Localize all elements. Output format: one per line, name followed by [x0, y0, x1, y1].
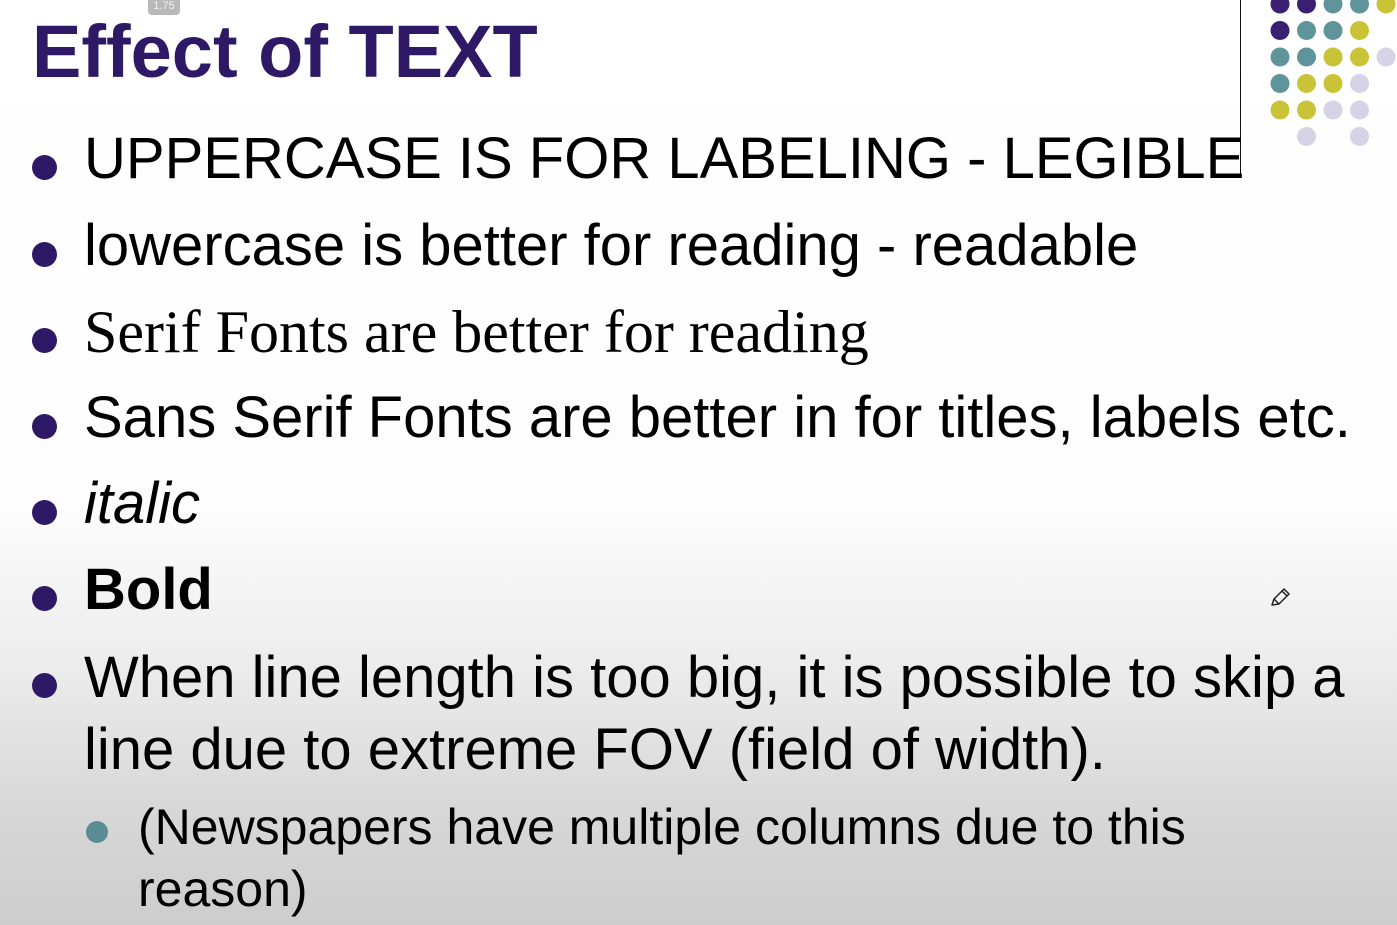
sub-bullet-item: (Newspapers have multiple columns due to… — [0, 796, 1397, 920]
bullet-text: UPPERCASE IS FOR LABELING - LEGIBLE — [84, 126, 1245, 191]
pencil-icon — [1271, 588, 1290, 606]
sub-bullet-dot — [86, 821, 108, 843]
bullet-list: UPPERCASE IS FOR LABELING - LEGIBLE lowe… — [0, 0, 1397, 925]
bullet-dot — [32, 242, 57, 267]
bullet-dot — [32, 328, 57, 353]
bullet-text: Bold — [84, 557, 213, 622]
bullet-dot — [32, 500, 57, 525]
bullet-text-line-2: line due to extreme FOV (field of width)… — [84, 717, 1106, 782]
bullet-dot — [32, 586, 57, 611]
bullet-dot — [32, 673, 57, 698]
bullet-dot — [32, 414, 57, 439]
bullet-dot — [32, 155, 57, 180]
bullet-text: lowercase is better for reading - readab… — [84, 213, 1139, 278]
bullet-text: italic — [84, 471, 201, 536]
sub-bullet-text-line-2: reason) — [138, 861, 308, 917]
sub-bullet-text-line-1: (Newspapers have multiple columns due to… — [138, 799, 1186, 855]
bullet-text: Serif Fonts are better for reading — [84, 299, 869, 365]
bullet-text: Sans Serif Fonts are better in for title… — [84, 385, 1351, 450]
bullet-text-line-1: When line length is too big, it is possi… — [84, 645, 1345, 710]
